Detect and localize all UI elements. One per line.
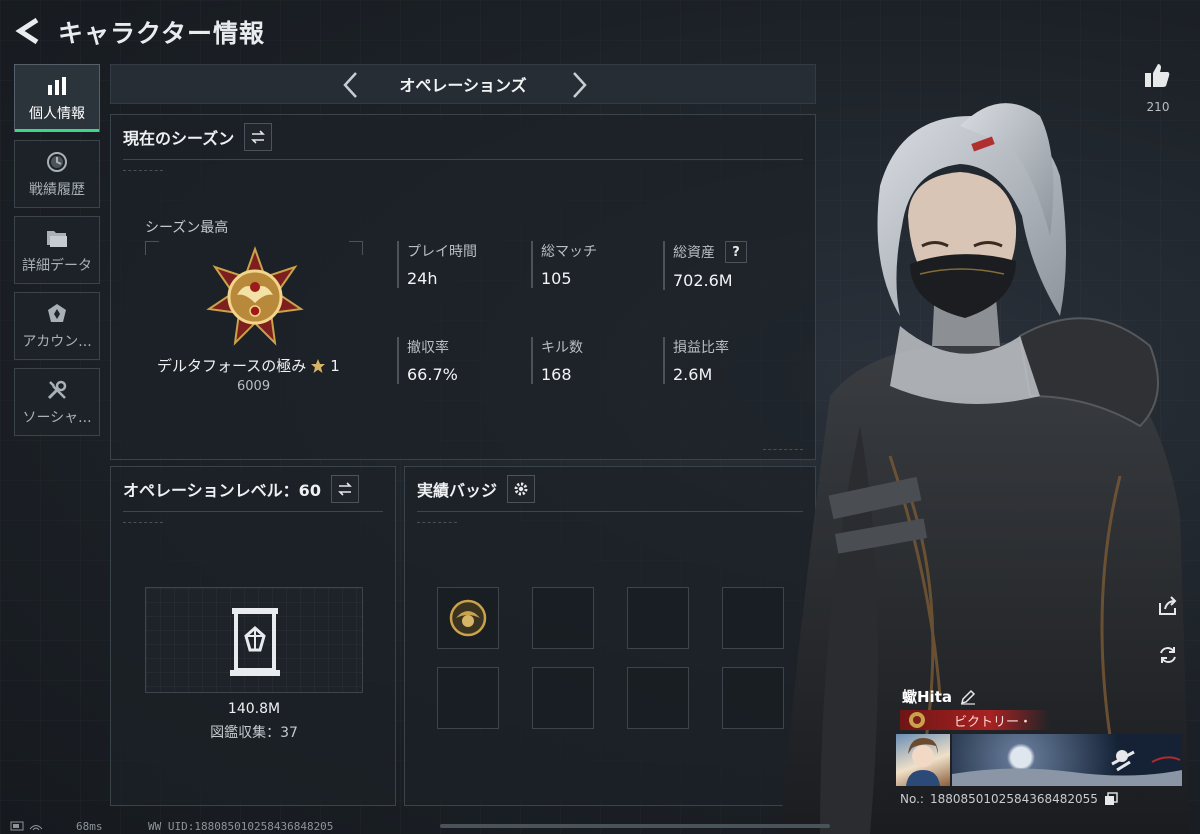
back-arrow-icon (15, 17, 39, 45)
title-banner: ビクトリー・ (900, 710, 1050, 730)
mode-selector: オペレーションズ (110, 64, 816, 104)
sidebar-item-label: 詳細データ (22, 258, 92, 274)
season-title: 現在のシーズン (123, 129, 235, 148)
player-number-row: No.: 1880850102584368482055 (900, 792, 1118, 806)
divider (417, 522, 457, 525)
season-switch-button[interactable] (244, 123, 273, 151)
collection-count: 図鑑収集：37 (210, 725, 298, 741)
sidebar-item-account[interactable]: アカウン... (14, 292, 100, 360)
achievements-panel: 実績バッジ (404, 466, 816, 806)
badge-slot[interactable] (437, 667, 499, 729)
operation-level-switch-button[interactable] (330, 475, 359, 503)
sidebar-item-label: 個人情報 (29, 106, 85, 122)
collection-display[interactable] (145, 587, 363, 693)
chevron-left-icon (343, 72, 357, 98)
folder-icon (44, 225, 70, 251)
collection-value: 140.8M (227, 701, 281, 717)
ping-value: 68ms (76, 820, 103, 833)
bar-chart-icon (44, 73, 70, 99)
swap-icon (251, 130, 266, 144)
player-number: 1880850102584368482055 (929, 792, 1098, 806)
operation-level-title: オペレーションレベル：60 (123, 481, 321, 500)
profile-card: 蠍Hita ビクトリー・ No.: 1880850102584368482055 (896, 684, 1184, 814)
sidebar-item-label: 戦績履歴 (29, 182, 85, 198)
player-number-label: No.: (900, 792, 924, 806)
uid-text: WW UID:18808501025843684820​5 (148, 820, 334, 833)
sidebar-item-social[interactable]: ソーシャ... (14, 368, 100, 436)
swap-icon (338, 482, 352, 496)
rank-stars: 1 (330, 356, 340, 375)
achievements-settings-button[interactable] (507, 475, 536, 503)
tools-icon (44, 377, 70, 403)
mode-label: オペレーションズ (399, 76, 527, 95)
sidebar-item-match-history[interactable]: 戦績履歴 (14, 140, 100, 208)
share-icon (1159, 596, 1177, 615)
like-button[interactable] (1142, 60, 1172, 90)
badge-coin-icon (449, 599, 487, 637)
badge-slot[interactable] (532, 587, 594, 649)
stat-profit-ratio: 損益比率 2.6M (663, 337, 729, 384)
battery-wifi-icon (10, 821, 43, 831)
mode-prev-button[interactable] (335, 69, 365, 101)
stat-total-assets: 総資産 ? 702.6M (663, 241, 747, 290)
display-case-icon (230, 608, 280, 676)
home-indicator (440, 824, 830, 828)
status-bar: 68ms WW UID:18808501025843684820​5 (0, 818, 1200, 834)
chevron-right-icon (573, 72, 587, 98)
help-button[interactable]: ? (725, 241, 747, 263)
season-panel: 現在のシーズン シーズン最高 デルタフォースの極み 1 6009 プレイ時間 2… (110, 114, 816, 460)
sidebar-item-label: ソーシャ... (22, 410, 92, 426)
rank-name: デルタフォースの極み (157, 357, 307, 375)
back-button[interactable] (14, 16, 42, 46)
divider (123, 159, 803, 160)
page-title: キャラクター情報 (58, 19, 266, 48)
divider (417, 511, 803, 512)
achievements-title: 実績バッジ (417, 481, 498, 500)
star-icon (311, 358, 326, 373)
refresh-icon (1160, 647, 1176, 663)
title-banner-text: ビクトリー・ (954, 714, 1033, 730)
divider (123, 170, 163, 173)
sidebar-item-label: アカウン... (22, 334, 92, 350)
stat-kills: キル数 168 (531, 337, 583, 384)
title-emblem-icon (909, 712, 925, 728)
like-count: 210 (1146, 100, 1170, 114)
share-button[interactable] (1153, 591, 1183, 621)
badge-slot[interactable] (532, 667, 594, 729)
thumbs-up-icon (1145, 64, 1170, 87)
divider (123, 522, 163, 525)
operation-level-panel: オペレーションレベル：60 140.8M 図鑑収集：37 (110, 466, 396, 806)
avatar[interactable] (896, 734, 950, 786)
banner-image[interactable] (952, 734, 1182, 786)
stat-extraction-rate: 撤収率 66.7% (397, 337, 458, 384)
stat-total-matches: 総マッチ 105 (531, 241, 597, 288)
history-clock-icon (44, 149, 70, 175)
badge-slot[interactable] (627, 667, 689, 729)
mode-next-button[interactable] (565, 69, 595, 101)
player-name: 蠍Hita (902, 688, 952, 706)
sidebar-item-personal-info[interactable]: 個人情報 (14, 64, 100, 132)
rank-points: 6009 (237, 379, 271, 394)
account-emblem-icon (44, 301, 70, 327)
badge-slot[interactable] (627, 587, 689, 649)
badge-slot-filled[interactable] (437, 587, 499, 649)
gear-icon (514, 482, 528, 496)
edit-pencil-icon[interactable] (960, 689, 976, 705)
rank-name-row: デルタフォースの極み 1 (157, 355, 340, 376)
divider (123, 511, 383, 512)
stat-play-time: プレイ時間 24h (397, 241, 477, 288)
copy-icon[interactable] (1104, 792, 1118, 806)
refresh-button[interactable] (1153, 640, 1183, 670)
rank-medal-icon (206, 246, 304, 346)
season-best-label: シーズン最高 (145, 220, 229, 236)
sidebar-item-detailed-data[interactable]: 詳細データ (14, 216, 100, 284)
